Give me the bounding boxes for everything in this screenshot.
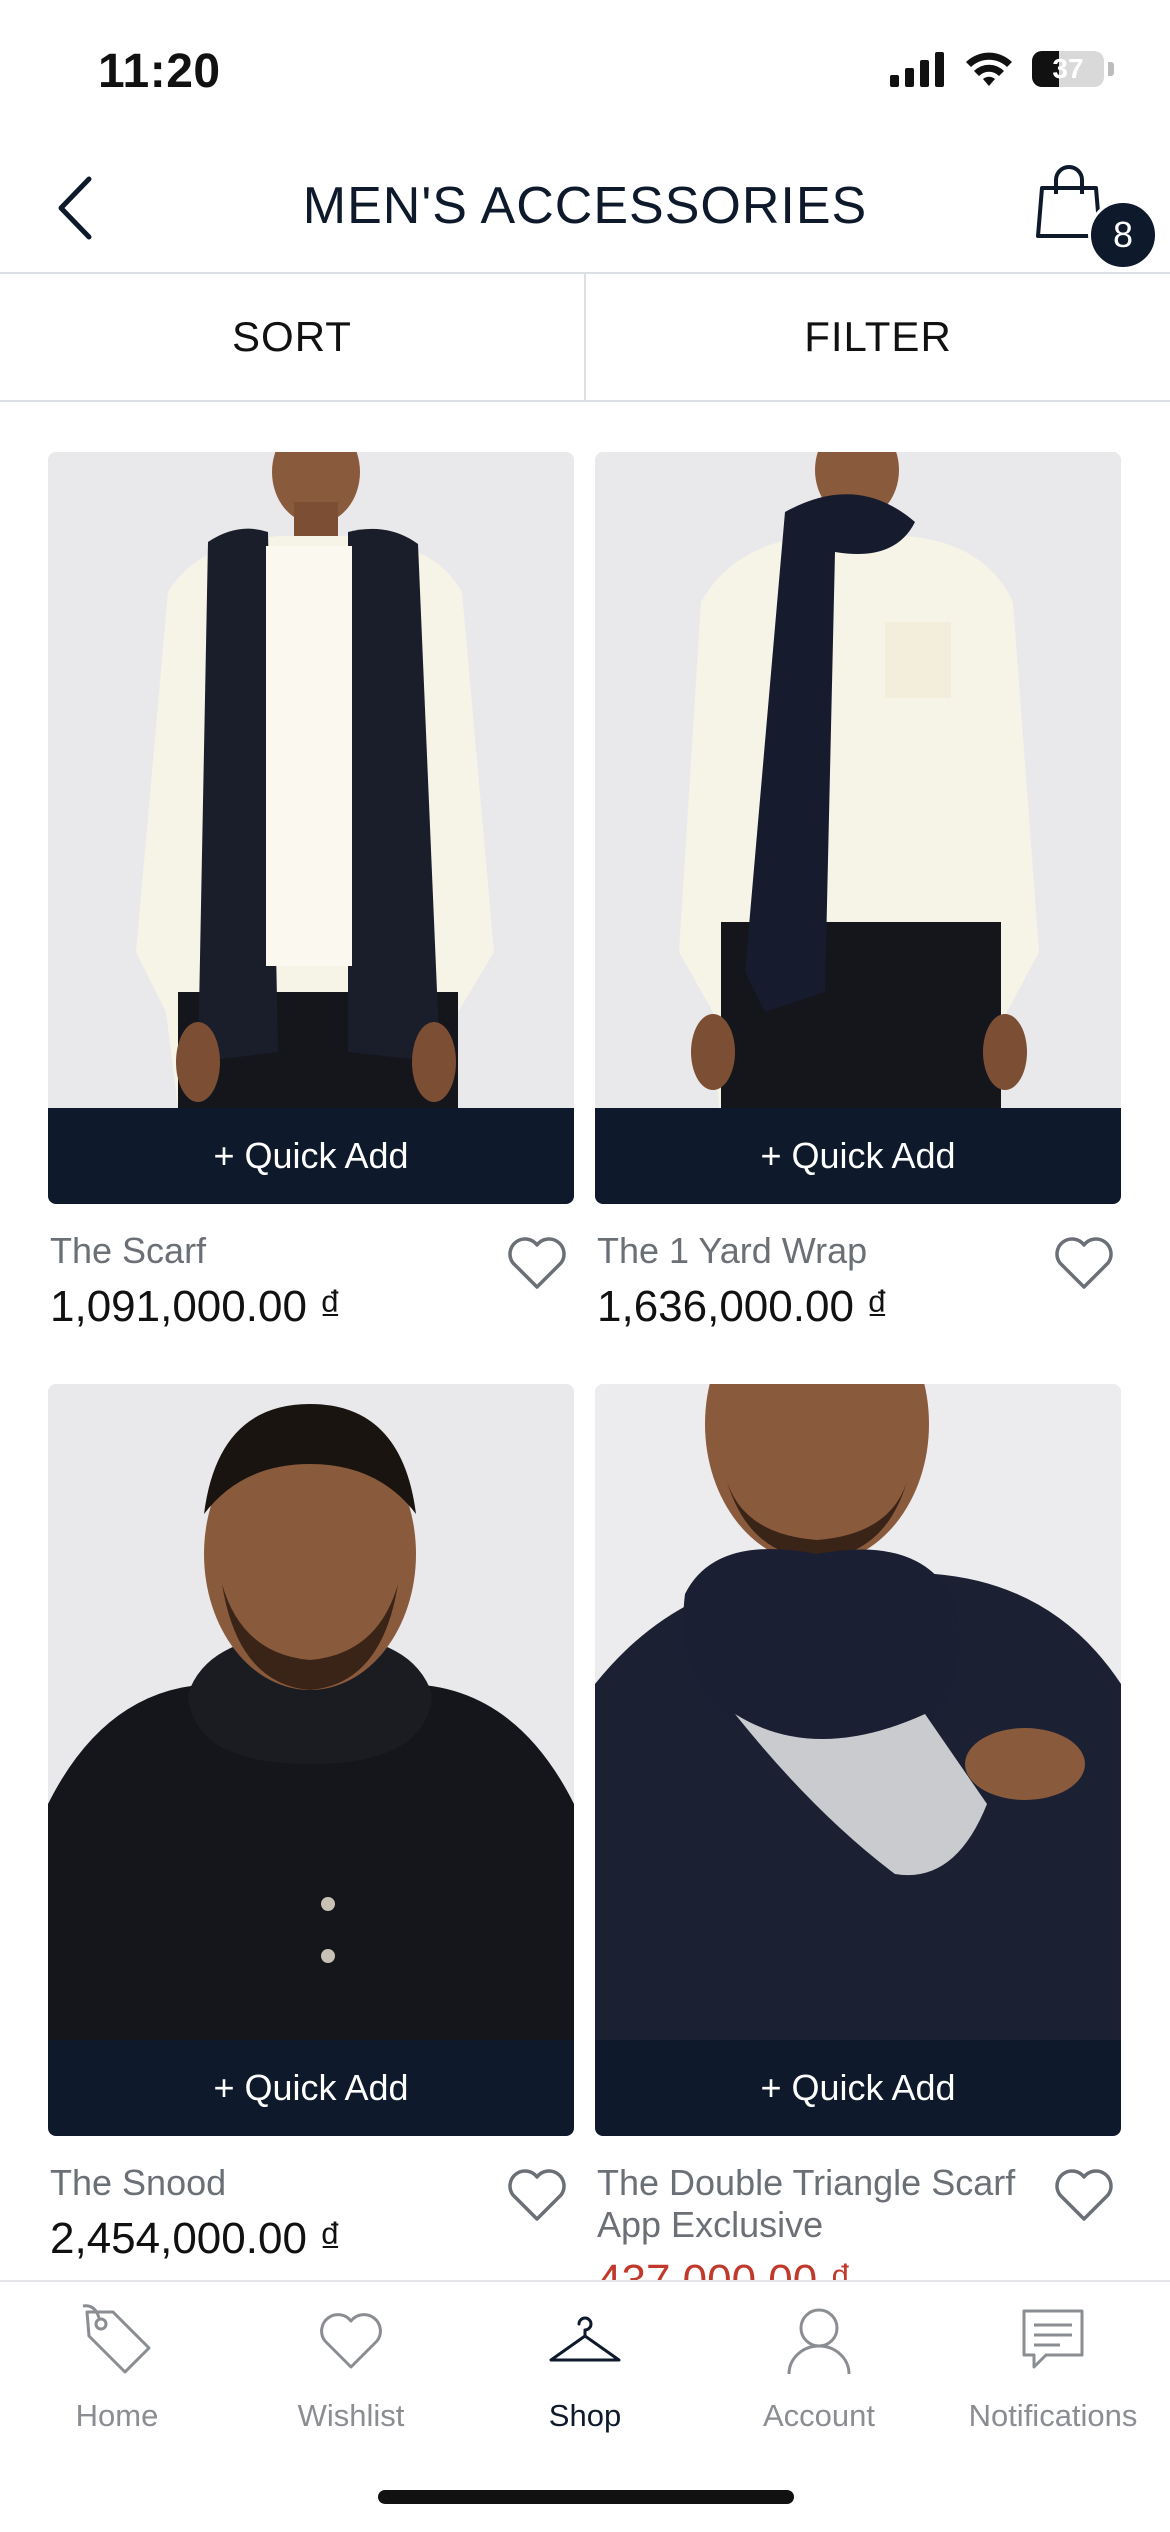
screen: 11:20 37 MEN'S ACCESSORIES 8 SORT FILTER… bbox=[0, 0, 1170, 2532]
product-name[interactable]: The Double Triangle Scarf App Exclusive bbox=[597, 2162, 1037, 2246]
status-bar: 11:20 37 bbox=[0, 0, 1170, 140]
wifi-icon bbox=[966, 52, 1012, 86]
product-photo-triangle-scarf bbox=[595, 1384, 1121, 2040]
tab-label: Wishlist bbox=[297, 2398, 405, 2433]
tab-label: Notifications bbox=[968, 2398, 1138, 2433]
tab-shop[interactable]: Shop bbox=[468, 2300, 702, 2460]
status-time: 11:20 bbox=[98, 45, 221, 98]
cellular-signal-icon bbox=[890, 52, 944, 87]
heart-icon bbox=[508, 2169, 566, 2221]
product-photo-scarf bbox=[48, 452, 574, 1108]
nav-header: MEN'S ACCESSORIES 8 bbox=[0, 140, 1170, 274]
product-photo-wrap bbox=[595, 452, 1121, 1108]
quick-add-button[interactable]: + Quick Add bbox=[595, 2040, 1121, 2136]
product-image[interactable] bbox=[48, 452, 574, 1108]
quick-add-button[interactable]: + Quick Add bbox=[48, 2040, 574, 2136]
filter-button[interactable]: FILTER bbox=[584, 274, 1170, 400]
product-card[interactable]: + Quick Add The Double Triangle Scarf Ap… bbox=[595, 1384, 1121, 2305]
quick-add-button[interactable]: + Quick Add bbox=[48, 1108, 574, 1204]
quick-add-button[interactable]: + Quick Add bbox=[595, 1108, 1121, 1204]
hanger-icon bbox=[545, 2300, 625, 2380]
message-icon bbox=[1013, 2300, 1093, 2380]
tab-wishlist[interactable]: Wishlist bbox=[234, 2300, 468, 2460]
product-card[interactable]: + Quick Add The Snood 2,454,000.00 ₫ bbox=[48, 1384, 574, 2263]
tag-icon bbox=[77, 2300, 157, 2380]
tab-label: Account bbox=[762, 2398, 875, 2433]
battery-indicator: 37 bbox=[1032, 51, 1114, 87]
tab-notifications[interactable]: Notifications bbox=[936, 2300, 1170, 2460]
product-price: 1,091,000.00 ₫ bbox=[50, 1282, 342, 1331]
heart-icon bbox=[311, 2300, 391, 2380]
product-card[interactable]: + Quick Add The 1 Yard Wrap 1,636,000.00… bbox=[595, 452, 1121, 1331]
wishlist-heart-button[interactable] bbox=[504, 1230, 570, 1296]
tab-label: Shop bbox=[548, 2398, 622, 2433]
user-icon bbox=[779, 2300, 859, 2380]
heart-icon bbox=[1055, 1237, 1113, 1289]
cart-count-badge: 8 bbox=[1088, 200, 1158, 270]
home-indicator bbox=[378, 2490, 794, 2504]
cart-button[interactable]: 8 bbox=[1026, 164, 1158, 274]
page-title: MEN'S ACCESSORIES bbox=[302, 177, 868, 235]
wishlist-heart-button[interactable] bbox=[1051, 2162, 1117, 2228]
wishlist-heart-button[interactable] bbox=[504, 2162, 570, 2228]
product-price: 2,454,000.00 ₫ bbox=[50, 2214, 342, 2263]
product-image[interactable] bbox=[595, 452, 1121, 1108]
battery-level: 37 bbox=[1052, 53, 1084, 84]
sort-filter-bar: SORT FILTER bbox=[0, 274, 1170, 402]
product-name[interactable]: The Snood bbox=[50, 2162, 490, 2204]
tab-account[interactable]: Account bbox=[702, 2300, 936, 2460]
product-name[interactable]: The 1 Yard Wrap bbox=[597, 1230, 1037, 1272]
wishlist-heart-button[interactable] bbox=[1051, 1230, 1117, 1296]
heart-icon bbox=[1055, 2169, 1113, 2221]
status-icons: 37 bbox=[890, 50, 1114, 88]
tab-label: Home bbox=[75, 2398, 159, 2433]
tab-home[interactable]: Home bbox=[0, 2300, 234, 2460]
product-image[interactable] bbox=[48, 1384, 574, 2040]
product-price: 1,636,000.00 ₫ bbox=[597, 1282, 889, 1331]
sort-button[interactable]: SORT bbox=[0, 274, 584, 400]
product-image[interactable] bbox=[595, 1384, 1121, 2040]
product-card[interactable]: + Quick Add The Scarf 1,091,000.00 ₫ bbox=[48, 452, 574, 1331]
heart-icon bbox=[508, 1237, 566, 1289]
product-name[interactable]: The Scarf bbox=[50, 1230, 490, 1272]
product-photo-snood bbox=[48, 1384, 574, 2040]
